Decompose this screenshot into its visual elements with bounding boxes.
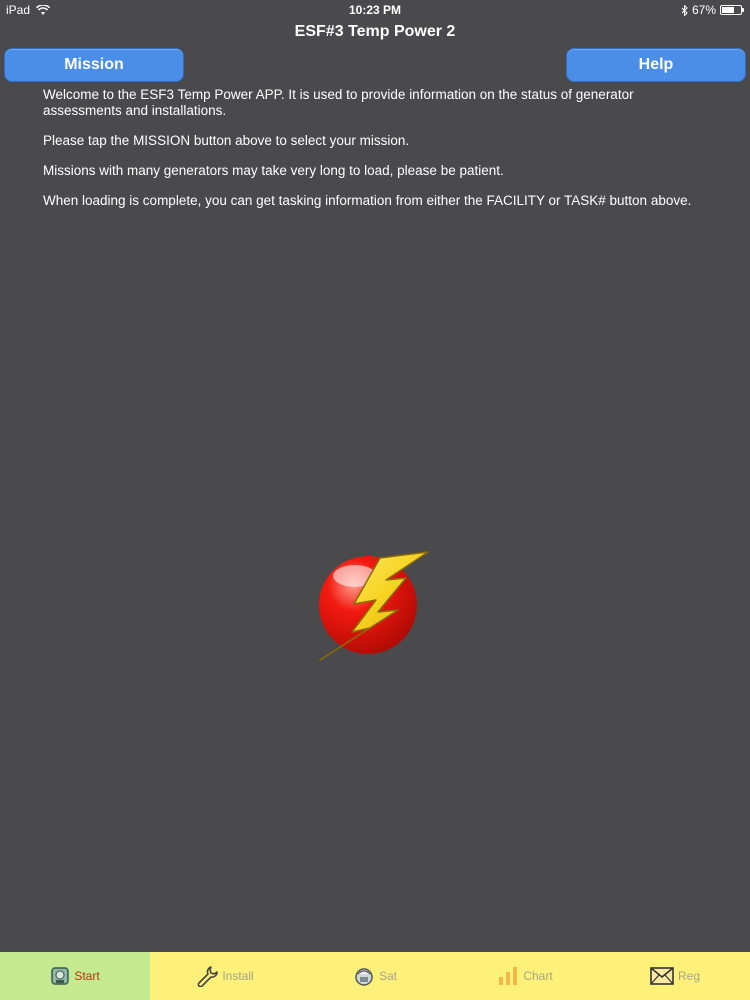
battery-fill	[722, 7, 734, 13]
tab-chart[interactable]: Chart	[450, 952, 600, 1000]
intro-paragraph: Missions with many generators may take v…	[43, 163, 504, 178]
status-right: 67%	[681, 3, 744, 17]
mission-button[interactable]: Mission	[4, 48, 184, 82]
tab-reg[interactable]: Reg	[600, 952, 750, 1000]
tab-label: Start	[74, 969, 100, 983]
intro-paragraph: Please tap the MISSION button above to s…	[43, 133, 410, 148]
intro-paragraph: When loading is complete, you can get ta…	[43, 193, 692, 208]
start-icon	[51, 967, 70, 985]
battery-icon	[720, 5, 744, 15]
tab-label: Sat	[378, 969, 397, 983]
lightning-logo-icon	[319, 551, 429, 661]
battery-percent: 67%	[691, 3, 716, 17]
app-title: ESF#3 Temp Power 2	[294, 23, 456, 40]
status-time: 10:23 PM	[348, 3, 402, 17]
sat-icon	[355, 968, 373, 986]
help-button[interactable]: Help	[566, 48, 746, 82]
bluetooth-icon	[681, 4, 688, 16]
chart-icon	[499, 967, 518, 985]
intro-text: Welcome to the ESF3 Temp Power APP. It i…	[43, 87, 703, 223]
envelope-icon	[650, 967, 674, 985]
tab-label: Reg	[677, 969, 700, 983]
intro-paragraph: Welcome to the ESF3 Temp Power APP. It i…	[43, 87, 634, 118]
tab-install[interactable]: Install	[150, 952, 300, 1000]
wrench-icon	[197, 966, 219, 987]
tab-start[interactable]: Start	[0, 952, 150, 1000]
tab-label: Chart	[523, 969, 553, 983]
tab-bar: Start Install Sat Chart Reg	[0, 952, 750, 1000]
tab-label: Install	[222, 969, 254, 983]
tab-sat[interactable]: Sat	[300, 952, 450, 1000]
status-bar: iPad 10:23 PM 67%	[0, 0, 750, 20]
